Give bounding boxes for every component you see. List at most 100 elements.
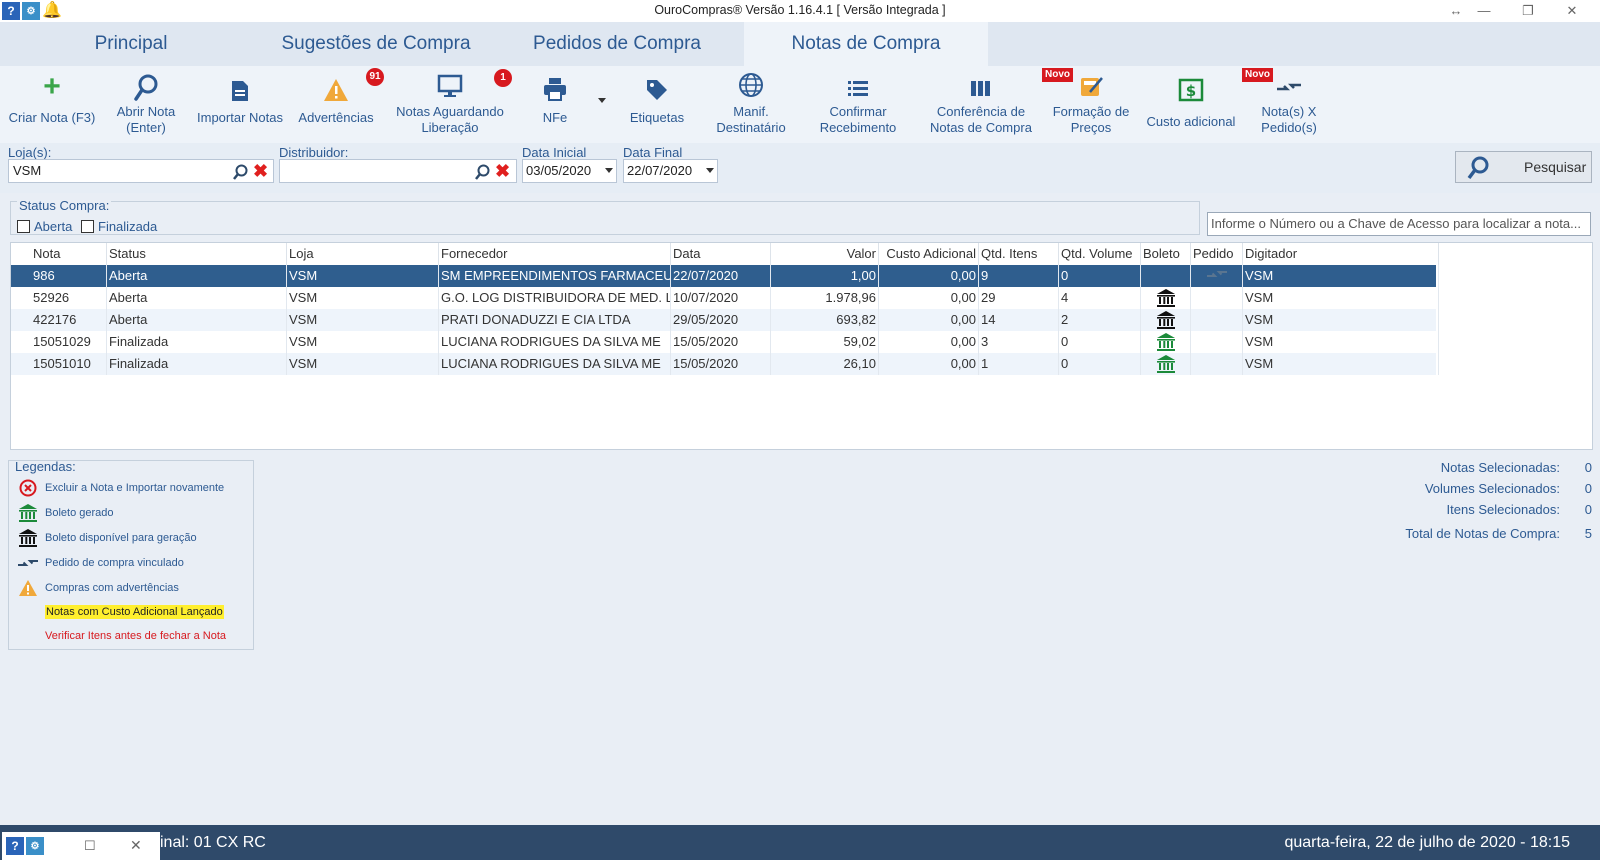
linked-icon bbox=[1277, 83, 1301, 91]
column-header-nota[interactable]: Nota bbox=[31, 243, 107, 265]
confirmar-recebimento-button[interactable]: Confirmar Recebimento bbox=[808, 66, 908, 143]
cell-fornecedor: PRATI DONADUZZI E CIA LTDA bbox=[439, 309, 671, 331]
restore-icon[interactable]: ☐ bbox=[84, 838, 96, 854]
filter-bar: Loja(s): VSM ✖ Distribuidor: ✖ Data Inic… bbox=[0, 143, 1600, 193]
column-header-pedido[interactable]: Pedido bbox=[1191, 243, 1243, 265]
checkbox-box[interactable] bbox=[17, 220, 30, 233]
search-icon[interactable] bbox=[232, 164, 248, 180]
column-header-custo[interactable]: Custo Adicional bbox=[879, 243, 979, 265]
legend-item: Notas com Custo Adicional Lançado bbox=[45, 605, 224, 619]
custo-adicional-button[interactable]: $ Custo adicional bbox=[1142, 66, 1240, 143]
cell-volume: 0 bbox=[1059, 265, 1141, 287]
clear-icon[interactable]: ✖ bbox=[495, 162, 510, 180]
cell-nota: 52926 bbox=[31, 287, 107, 309]
close-icon[interactable]: ✕ bbox=[130, 837, 142, 854]
cell-custo: 0,00 bbox=[879, 331, 979, 353]
conferencia-button[interactable]: Conferência de Notas de Compra bbox=[920, 66, 1042, 143]
chave-acesso-input[interactable]: Informe o Número ou a Chave de Acesso pa… bbox=[1207, 212, 1591, 236]
cell-data: 29/05/2020 bbox=[671, 309, 771, 331]
taskbar-mini-window[interactable]: ? ⚙ ☐ ✕ bbox=[2, 832, 160, 860]
cell-valor: 1,00 bbox=[771, 265, 879, 287]
cell-status: Aberta bbox=[107, 309, 287, 331]
pesquisar-button[interactable]: Pesquisar bbox=[1455, 151, 1592, 183]
tab-sugestoes[interactable]: Sugestões de Compra bbox=[262, 22, 490, 66]
search-icon[interactable] bbox=[474, 164, 490, 180]
cell-loja: VSM bbox=[287, 309, 439, 331]
bank-black-icon bbox=[19, 529, 37, 547]
network-icon[interactable]: ⚙ bbox=[26, 837, 44, 855]
aberta-checkbox[interactable]: Aberta bbox=[17, 219, 72, 234]
close-button[interactable]: ✕ bbox=[1550, 0, 1594, 22]
data-inicial-label: Data Inicial bbox=[522, 145, 587, 160]
cell-itens: 14 bbox=[979, 309, 1059, 331]
nfe-button[interactable]: NFe bbox=[526, 66, 584, 143]
tab-notas[interactable]: Notas de Compra bbox=[744, 22, 988, 66]
criar-nota-button[interactable]: + Criar Nota (F3) bbox=[4, 66, 100, 143]
column-header-valor[interactable]: Valor bbox=[771, 243, 879, 265]
cell-nota: 15051010 bbox=[31, 353, 107, 375]
abrir-nota-button[interactable]: Abrir Nota (Enter) bbox=[100, 66, 192, 143]
data-final-picker[interactable]: 22/07/2020 bbox=[623, 159, 718, 183]
finalizada-checkbox[interactable]: Finalizada bbox=[81, 219, 157, 234]
advertencias-button[interactable]: Advertências 91 bbox=[290, 66, 384, 143]
tab-principal[interactable]: Principal bbox=[0, 22, 262, 66]
total-notas-value: 5 bbox=[1584, 526, 1592, 541]
tab-pedidos[interactable]: Pedidos de Compra bbox=[490, 22, 744, 66]
column-header-volume[interactable]: Qtd. Volume bbox=[1059, 243, 1141, 265]
nfe-dropdown-arrow[interactable] bbox=[598, 98, 606, 103]
cell-custo: 0,00 bbox=[879, 353, 979, 375]
loja-label: Loja(s): bbox=[8, 145, 52, 160]
data-final-label: Data Final bbox=[623, 145, 683, 160]
table-row[interactable]: 422176 Aberta VSM PRATI DONADUZZI E CIA LTD… bbox=[11, 309, 1439, 331]
app-title: OuroCompras® Versão 1.16.4.1 [ Versão In… bbox=[654, 3, 946, 17]
table-row[interactable]: 986 Aberta VSM SM EMPREENDIMENTOS FARMACEUT… bbox=[11, 265, 1439, 287]
cell-status: Finalizada bbox=[107, 331, 287, 353]
etiquetas-button[interactable]: Etiquetas bbox=[614, 66, 700, 143]
table-row[interactable]: 15051029 Finalizada VSM LUCIANA RODRIGUES D… bbox=[11, 331, 1439, 353]
legend-item: Compras com advertências bbox=[17, 578, 179, 598]
monitor-icon bbox=[437, 74, 463, 97]
notas-aguardando-button[interactable]: Notas Aguardando Liberação 1 bbox=[388, 66, 512, 143]
advertencias-badge: 91 bbox=[366, 68, 384, 86]
cell-itens: 3 bbox=[979, 331, 1059, 353]
column-header-status[interactable]: Status bbox=[107, 243, 287, 265]
column-header-itens[interactable]: Qtd. Itens bbox=[979, 243, 1059, 265]
column-header-data[interactable]: Data bbox=[671, 243, 771, 265]
chevron-down-icon bbox=[706, 168, 714, 173]
printer-icon bbox=[544, 78, 566, 101]
cell-data: 15/05/2020 bbox=[671, 331, 771, 353]
globe-icon bbox=[739, 73, 763, 97]
legends-panel: Legendas: Excluir a Nota e Importar nova… bbox=[8, 459, 254, 650]
help-icon[interactable]: ? bbox=[6, 837, 24, 855]
status-compra-group: Status Compra: Aberta Finalizada bbox=[10, 198, 1200, 235]
legend-item: Boleto disponível para geração bbox=[17, 528, 197, 548]
importar-notas-button[interactable]: Importar Notas bbox=[192, 66, 288, 143]
cell-custo: 0,00 bbox=[879, 287, 979, 309]
formacao-precos-button[interactable]: Formação de Preços Novo bbox=[1042, 66, 1136, 143]
money-icon: $ bbox=[1178, 78, 1204, 102]
novo-badge: Novo bbox=[1042, 68, 1073, 82]
notas-pedidos-button[interactable]: Nota(s) X Pedido(s) Novo bbox=[1242, 66, 1332, 143]
minimize-button[interactable]: — bbox=[1462, 0, 1506, 22]
data-inicial-picker[interactable]: 03/05/2020 bbox=[522, 159, 617, 183]
cell-itens: 29 bbox=[979, 287, 1059, 309]
clear-icon[interactable]: ✖ bbox=[253, 162, 268, 180]
column-header-loja[interactable]: Loja bbox=[287, 243, 439, 265]
column-header-digitador[interactable]: Digitador bbox=[1243, 243, 1439, 265]
cell-volume: 2 bbox=[1059, 309, 1141, 331]
table-row[interactable]: 15051010 Finalizada VSM LUCIANA RODRIGUES D… bbox=[11, 353, 1439, 375]
cell-status: Aberta bbox=[107, 265, 287, 287]
cell-volume: 0 bbox=[1059, 331, 1141, 353]
legend-item: Excluir a Nota e Importar novamente bbox=[17, 478, 224, 498]
cell-loja: VSM bbox=[287, 265, 439, 287]
chevron-down-icon bbox=[605, 168, 613, 173]
manif-destinatario-button[interactable]: Manif. Destinatário bbox=[704, 66, 798, 143]
price-calc-icon bbox=[1081, 77, 1103, 96]
cell-custo: 0,00 bbox=[879, 309, 979, 331]
column-header-boleto[interactable]: Boleto bbox=[1141, 243, 1191, 265]
column-header-fornecedor[interactable]: Fornecedor bbox=[439, 243, 671, 265]
checkbox-box[interactable] bbox=[81, 220, 94, 233]
table-row[interactable]: 52926 Aberta VSM G.O. LOG DISTRIBUIDORA DE … bbox=[11, 287, 1439, 309]
legend-item: Verificar Itens antes de fechar a Nota bbox=[45, 630, 226, 642]
restore-button[interactable]: ❐ bbox=[1506, 0, 1550, 22]
